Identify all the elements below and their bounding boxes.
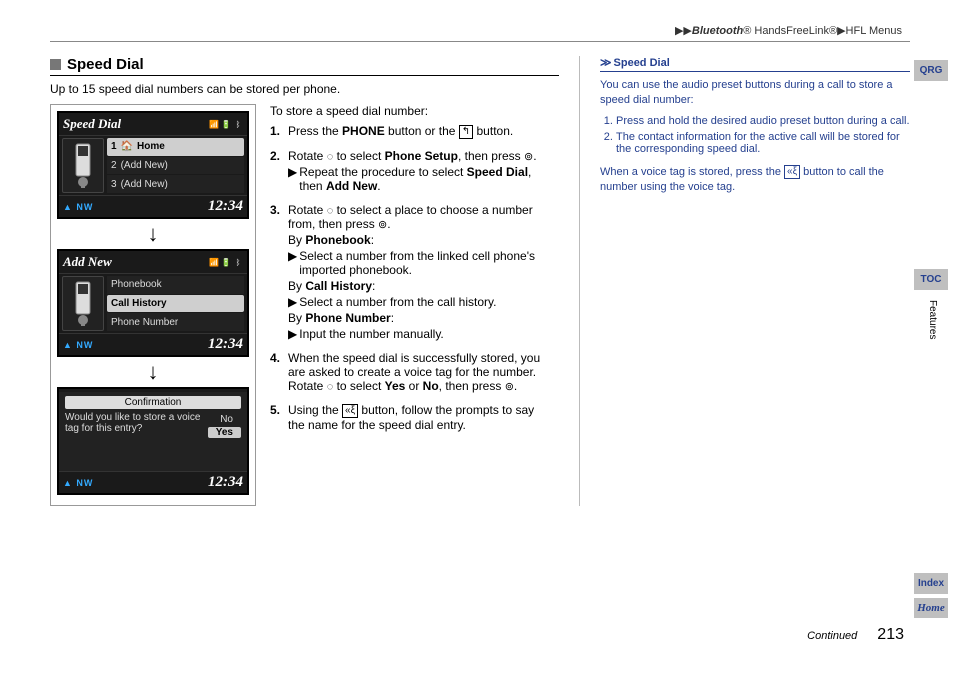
press-icon: ⊚ [524, 150, 533, 163]
tab-qrg[interactable]: QRG [914, 60, 948, 81]
chevron-icon: ≫ [600, 56, 612, 69]
down-arrow-icon: ↓ [148, 361, 159, 383]
screen-speed-dial: Speed Dial 📶 🔋 ᛒ [57, 111, 249, 219]
tab-index[interactable]: Index [914, 573, 948, 594]
talk-icon: «ξ [342, 404, 358, 418]
signal-icon: 📶 [209, 119, 219, 129]
battery-icon: 🔋 [221, 119, 231, 129]
step-2: 2. Rotate ◌ to select Phone Setup, then … [270, 149, 554, 193]
bluetooth-icon: ᛒ [233, 119, 243, 129]
compass-icon: ▲ NW [63, 202, 93, 212]
screen-confirmation: Confirmation Would you like to store a v… [57, 387, 249, 495]
clock: 12:34 [208, 198, 243, 215]
step-1: 1. Press the PHONE button or the ↰ butto… [270, 124, 554, 139]
battery-icon: 🔋 [221, 257, 231, 267]
step-5: 5. Using the «ξ button, follow the promp… [270, 403, 554, 432]
phone-wrench-icon [62, 138, 104, 193]
section-title: Speed Dial [50, 56, 559, 76]
side-note: ≫Speed Dial You can use the audio preset… [580, 56, 910, 506]
step-3: 3. Rotate ◌ to select a place to choose … [270, 203, 554, 341]
page-number: 213 [877, 626, 904, 644]
screenshot-sequence: Speed Dial 📶 🔋 ᛒ [50, 104, 256, 506]
pickup-icon: ↰ [459, 125, 473, 139]
status-icons: 📶 🔋 ᛒ [209, 119, 243, 129]
tab-toc[interactable]: TOC [914, 269, 948, 290]
down-arrow-icon: ↓ [148, 223, 159, 245]
section-intro: Up to 15 speed dial numbers can be store… [50, 82, 559, 96]
signal-icon: 📶 [209, 257, 219, 267]
screen-add-new: Add New 📶 🔋 ᛒ Ph [57, 249, 249, 357]
section-marker-icon [50, 59, 61, 70]
step-4: 4. When the speed dial is successfully s… [270, 351, 554, 393]
instruction-steps: To store a speed dial number: 1. Press t… [270, 104, 554, 506]
bluetooth-icon: ᛒ [233, 257, 243, 267]
home-icon: 🏠 [121, 141, 133, 152]
tab-features[interactable]: Features [922, 294, 940, 345]
continued-label: Continued [807, 630, 857, 642]
breadcrumb: ▶▶Bluetooth® HandsFreeLink®▶HFL Menus [50, 24, 910, 41]
phone-wrench-icon [62, 276, 104, 331]
triangle-icon: ▶ [288, 165, 297, 193]
talk-icon: «ξ [784, 165, 800, 179]
tab-home[interactable]: Home [914, 598, 948, 618]
press-icon: ⊚ [378, 218, 387, 231]
press-icon: ⊚ [505, 380, 514, 393]
